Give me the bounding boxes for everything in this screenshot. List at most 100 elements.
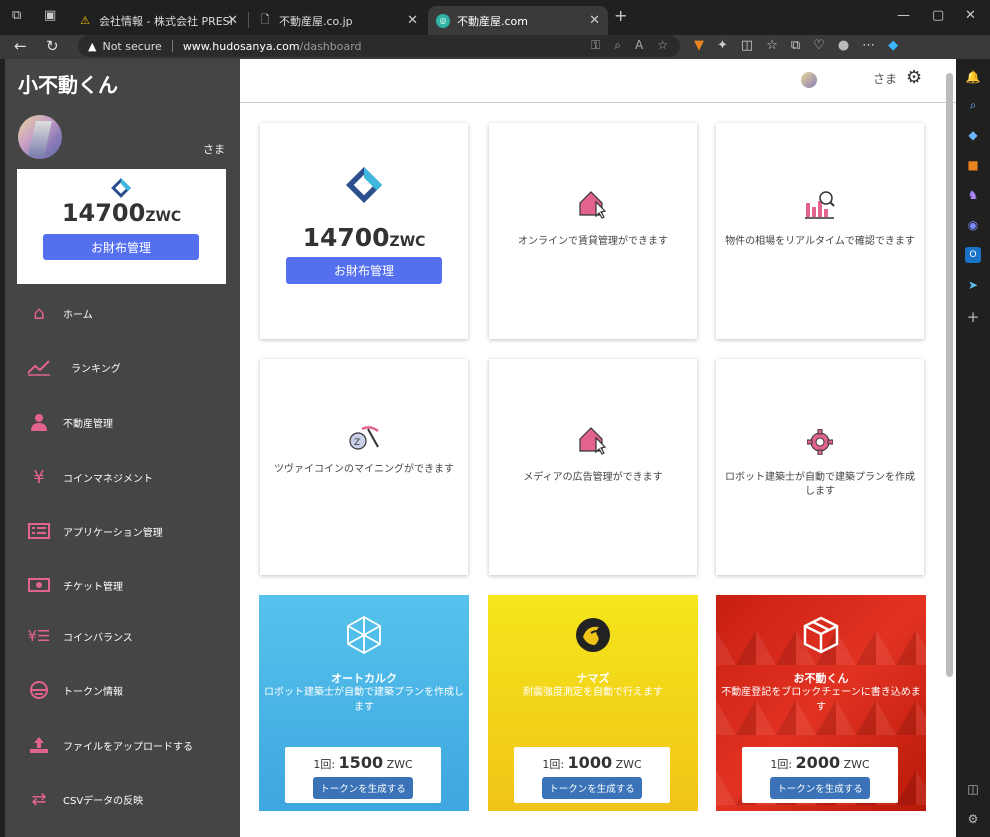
- health-icon[interactable]: ♡: [813, 38, 825, 53]
- card-description: ツヴァイコインのマイニングができます: [274, 464, 454, 475]
- sidebar-wallet-card: 14700ZWC お財布管理: [17, 169, 226, 284]
- notification-bell-icon[interactable]: 🔔: [965, 69, 981, 85]
- list-icon: [27, 523, 51, 539]
- wallet-manage-button[interactable]: お財布管理: [43, 234, 199, 260]
- gear-icon: [716, 428, 924, 459]
- profile-avatar-icon[interactable]: ●: [838, 38, 849, 53]
- minimize-icon[interactable]: —: [897, 8, 910, 23]
- settings-gear-icon[interactable]: ⚙: [965, 811, 981, 827]
- robot-architect-card[interactable]: ロボット建築士が自動で建築プランを作成します: [716, 359, 924, 575]
- address-toolbar: ← ↻ ▲ Not secure www.hudosanya.com/dashb…: [0, 35, 990, 59]
- page-scrollbar[interactable]: [946, 73, 953, 677]
- tab-hudosanya-cojp[interactable]: 🗋 不動産屋.co.jp ✕: [250, 6, 426, 35]
- sidebar-item-coin-balance[interactable]: ¥☰ コインバランス: [27, 624, 133, 648]
- tab-actions-icon[interactable]: ▣: [44, 8, 56, 23]
- promo-card-autocalc: オートカルク ロボット建築士が自動で建築プランを作成します 1回: 1500 Z…: [259, 595, 469, 811]
- split-screen-icon[interactable]: ◫: [741, 38, 753, 53]
- favorite-star-icon[interactable]: ☆: [657, 38, 668, 53]
- edge-sidebar: 🔔 ⌕ ◆ ■ ♞ ◉ O ➤ + ◫ ⚙: [956, 59, 990, 837]
- chart-search-icon: [716, 189, 924, 225]
- promo-description: 不動産登記をブロックチェーンに書き込めます: [721, 687, 921, 713]
- market-price-card[interactable]: 物件の相場をリアルタイムで確認できます: [716, 123, 924, 339]
- promo-price: 1回: 2000 ZWC: [770, 753, 870, 772]
- brand-logo-text[interactable]: 小不動くん: [18, 69, 118, 98]
- refresh-icon[interactable]: ↻: [46, 37, 59, 55]
- ticket-icon: [27, 577, 51, 593]
- promo-price: 1回: 1500 ZWC: [313, 753, 413, 772]
- sidebar-item-token-info[interactable]: トークン情報: [27, 678, 123, 702]
- window-close-icon[interactable]: ✕: [965, 8, 976, 23]
- avatar[interactable]: [801, 72, 817, 88]
- sidebar-item-label: アプリケーション管理: [63, 527, 163, 539]
- close-icon[interactable]: ✕: [227, 13, 238, 28]
- copilot-app-icon[interactable]: ◉: [965, 217, 981, 233]
- extensions-icon[interactable]: ✦: [717, 38, 728, 53]
- sidebar-item-coin-management[interactable]: ¥ コインマネジメント: [27, 465, 153, 489]
- cube-wireframe-icon: [259, 615, 469, 659]
- promo-price-box: 1回: 1500 ZWC トークンを生成する: [285, 747, 441, 803]
- page-icon: 🗋: [260, 13, 270, 26]
- app-sidebar: 小不動くん さま 14700ZWC お財布管理 ⌂ ホーム ランキング 不動産管…: [5, 59, 240, 837]
- generate-token-button[interactable]: トークンを生成する: [770, 777, 870, 799]
- card-description: メディアの広告管理ができます: [523, 472, 663, 483]
- key-icon[interactable]: ⚿: [591, 38, 600, 53]
- sidebar-item-home[interactable]: ⌂ ホーム: [27, 301, 92, 325]
- tab-title: 不動産屋.com: [457, 14, 528, 28]
- copilot-icon[interactable]: ◆: [888, 38, 898, 53]
- generate-token-button[interactable]: トークンを生成する: [313, 777, 413, 799]
- back-icon[interactable]: ←: [14, 37, 27, 55]
- url-host: www.hudosanya.com: [182, 39, 300, 53]
- close-icon[interactable]: ✕: [407, 13, 418, 28]
- add-icon[interactable]: +: [965, 308, 981, 326]
- sidebar-item-label: トークン情報: [63, 686, 123, 698]
- read-aloud-icon[interactable]: A: [635, 38, 643, 53]
- browser-tab-bar: ⧉ ▣ ⚠ 会社情報 - 株式会社 PRESI ✕ 🗋 不動産屋.co.jp ✕…: [0, 0, 990, 35]
- card-description: ロボット建築士が自動で建築プランを作成します: [725, 472, 915, 497]
- avatar[interactable]: [18, 115, 62, 159]
- promo-description: ロボット建築士が自動で建築プランを作成します: [264, 687, 464, 713]
- media-ad-card[interactable]: メディアの広告管理ができます: [489, 359, 697, 575]
- wallet-card: 14700ZWC お財布管理: [260, 123, 468, 339]
- sidebar-item-app-management[interactable]: アプリケーション管理: [27, 519, 163, 543]
- generate-token-button[interactable]: トークンを生成する: [542, 777, 642, 799]
- url-path: /dashboard: [299, 39, 362, 53]
- card-description: オンラインで賃貸管理ができます: [518, 236, 668, 247]
- close-icon[interactable]: ✕: [589, 13, 600, 28]
- promo-title: お不動くん: [793, 672, 849, 685]
- page-viewport: 小不動くん さま 14700ZWC お財布管理 ⌂ ホーム ランキング 不動産管…: [5, 59, 956, 837]
- tab-company-info[interactable]: ⚠ 会社情報 - 株式会社 PRESI ✕: [70, 6, 246, 35]
- sidebar-item-file-upload[interactable]: ファイルをアップロードする: [27, 733, 193, 757]
- promo-title: ナマズ: [576, 672, 610, 685]
- maximize-icon[interactable]: ▢: [932, 8, 944, 23]
- sidebar-item-csv-import[interactable]: ⇄ CSVデータの反映: [27, 787, 143, 811]
- search-icon[interactable]: ⌕: [965, 97, 981, 113]
- outlook-icon[interactable]: O: [965, 247, 981, 263]
- tag-icon[interactable]: ◆: [965, 127, 981, 143]
- sidebar-item-label: 不動産管理: [63, 418, 113, 430]
- address-bar[interactable]: ▲ Not secure www.hudosanya.com/dashboard…: [78, 35, 680, 57]
- more-menu-icon[interactable]: ⋯: [862, 38, 875, 53]
- settings-gear-icon[interactable]: ⚙: [906, 67, 922, 88]
- favorites-icon[interactable]: ☆: [766, 38, 778, 53]
- svg-text:Z: Z: [354, 438, 360, 448]
- wallet-manage-button[interactable]: お財布管理: [286, 257, 442, 284]
- toolbox-icon[interactable]: ■: [965, 157, 981, 173]
- chart-line-icon: [27, 358, 51, 376]
- send-icon[interactable]: ➤: [965, 277, 981, 293]
- collections-icon[interactable]: ⧉: [791, 38, 800, 53]
- mining-card[interactable]: Z ツヴァイコインのマイニングができます: [260, 359, 468, 575]
- metamask-extension-icon[interactable]: ▼: [694, 38, 704, 53]
- workspaces-icon[interactable]: ⧉: [12, 8, 21, 23]
- sidebar-item-ticket-management[interactable]: チケット管理: [27, 573, 123, 597]
- new-tab-icon[interactable]: +: [614, 6, 627, 25]
- tab-title: 会社情報 - 株式会社 PRESI: [99, 14, 233, 28]
- sidebar-panel-icon[interactable]: ◫: [965, 781, 981, 797]
- user-suffix: さま: [873, 72, 898, 86]
- rental-management-card[interactable]: オンラインで賃貸管理ができます: [489, 123, 697, 339]
- tab-hudosanya-com[interactable]: ◎ 不動産屋.com ✕: [428, 6, 608, 35]
- sidebar-item-real-estate[interactable]: 不動産管理: [27, 410, 113, 434]
- tab-title: 不動産屋.co.jp: [279, 14, 353, 28]
- sidebar-item-ranking[interactable]: ランキング: [27, 355, 121, 379]
- games-icon[interactable]: ♞: [965, 187, 981, 203]
- zoom-icon[interactable]: ⌕: [614, 38, 621, 53]
